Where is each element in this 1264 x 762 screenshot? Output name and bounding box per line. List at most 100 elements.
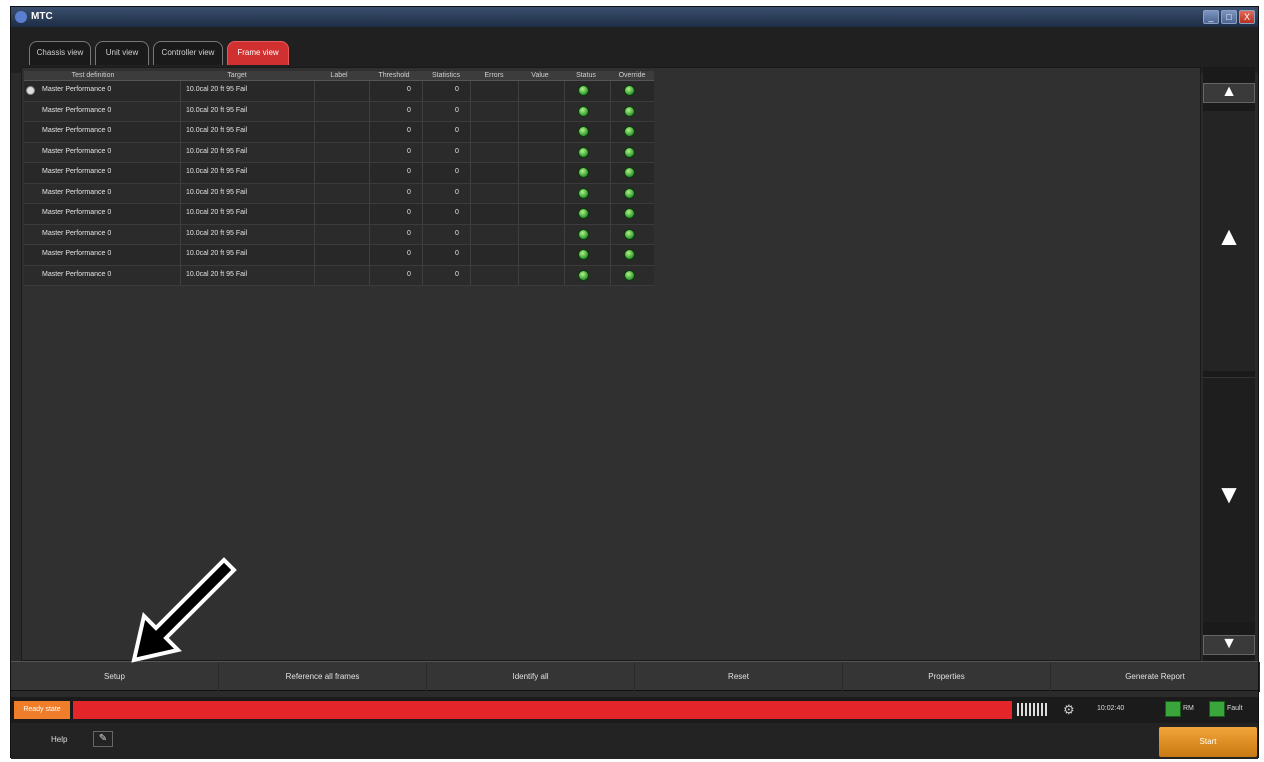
column-divider — [610, 163, 611, 183]
table-row[interactable]: Master Performance 0 10.0cal 20 ft 95 Fai… — [24, 122, 654, 143]
cell-threshold: 0 — [407, 147, 411, 155]
help-button[interactable]: Help — [51, 735, 67, 744]
status-ok-icon — [578, 105, 589, 117]
column-divider — [314, 122, 315, 142]
scroll-top-button[interactable]: ▲ — [1203, 83, 1255, 103]
table-row[interactable]: Master Performance 0 10.0cal 20 ft 95 Fai… — [24, 265, 654, 286]
tab-controller-view[interactable]: Controller view — [153, 41, 223, 65]
cell-target: 10.0cal 20 ft 95 Fail — [186, 188, 248, 196]
setup-button[interactable]: Setup — [11, 662, 219, 692]
override-ok-icon[interactable] — [624, 85, 635, 96]
cell-threshold: 0 — [407, 127, 411, 134]
column-divider — [518, 245, 519, 265]
cell-statistics: 0 — [455, 127, 459, 134]
column-divider — [180, 224, 181, 244]
column-divider — [470, 101, 471, 121]
override-ok-icon[interactable] — [624, 146, 635, 158]
column-divider — [180, 245, 181, 265]
cell-statistics: 0 — [455, 250, 459, 257]
column-divider — [610, 122, 611, 142]
col-errors[interactable]: Errors — [474, 72, 514, 79]
column-divider — [314, 245, 315, 265]
clock-readout: 10:02:40 — [1097, 705, 1125, 712]
minimize-button[interactable]: _ — [1203, 10, 1219, 24]
column-divider — [610, 245, 611, 265]
column-divider — [610, 81, 611, 101]
override-ok-icon[interactable] — [624, 105, 635, 117]
status-ok-icon — [578, 167, 589, 178]
column-divider — [564, 101, 565, 121]
override-ok-icon[interactable] — [624, 208, 635, 219]
properties-button[interactable]: Properties — [843, 662, 1051, 692]
col-override[interactable]: Override — [612, 72, 652, 79]
rm-led-label: RM — [1183, 705, 1194, 712]
maximize-button[interactable]: □ — [1221, 10, 1237, 24]
table-row[interactable]: Master Performance 0 10.0cal 20 ft 95 Fai… — [24, 163, 654, 184]
override-ok-icon[interactable] — [624, 269, 635, 281]
col-test-definition[interactable]: Test definition — [38, 72, 148, 79]
column-divider — [518, 163, 519, 183]
override-ok-icon[interactable] — [624, 167, 635, 178]
table-row[interactable]: Master Performance 0 10.0cal 20 ft 95 Fai… — [24, 224, 654, 245]
generate-report-button[interactable]: Generate Report — [1051, 662, 1260, 692]
tab-chassis-view[interactable]: Chassis view — [29, 41, 91, 65]
identify-all-button[interactable]: Identify all — [427, 662, 635, 692]
column-divider — [180, 142, 181, 162]
col-target[interactable]: Target — [182, 72, 292, 79]
col-threshold[interactable]: Threshold — [369, 72, 419, 79]
title-bar: MTC _ □ X — [11, 7, 1258, 27]
column-divider — [422, 265, 423, 285]
tab-unit-view[interactable]: Unit view — [95, 41, 149, 65]
cell-statistics: 0 — [455, 106, 459, 114]
col-statistics[interactable]: Statistics — [422, 72, 470, 79]
column-divider — [518, 101, 519, 121]
tab-frame-view[interactable]: Frame view — [227, 41, 289, 65]
column-divider — [180, 81, 181, 101]
status-ok-icon — [578, 228, 589, 240]
column-divider — [470, 245, 471, 265]
table-row[interactable]: Master Performance 0 10.0cal 20 ft 95 Fai… — [24, 183, 654, 204]
column-divider — [369, 81, 370, 101]
scroll-bottom-button[interactable]: ▼ — [1203, 635, 1255, 655]
column-divider — [518, 122, 519, 142]
reference-all-frames-button[interactable]: Reference all frames — [219, 662, 427, 692]
table-row[interactable]: Master Performance 0 10.0cal 20 ft 95 Fai… — [24, 81, 654, 102]
column-divider — [518, 204, 519, 224]
reset-button[interactable]: Reset — [635, 662, 843, 692]
settings-icon[interactable]: ⚙ — [1063, 702, 1075, 718]
column-divider — [518, 224, 519, 244]
col-value[interactable]: Value — [520, 72, 560, 79]
start-button[interactable]: Start — [1159, 727, 1257, 757]
table-row[interactable]: Master Performance 0 10.0cal 20 ft 95 Fai… — [24, 204, 654, 225]
column-divider — [470, 265, 471, 285]
column-divider — [369, 163, 370, 183]
override-ok-icon[interactable] — [624, 249, 635, 260]
column-divider — [518, 265, 519, 285]
column-divider — [564, 265, 565, 285]
override-ok-icon[interactable] — [624, 187, 635, 199]
override-ok-icon[interactable] — [624, 126, 635, 137]
override-ok-icon[interactable] — [624, 228, 635, 240]
fault-led-label: Fault — [1227, 705, 1243, 712]
scroll-down-button[interactable]: ▼ — [1203, 481, 1255, 507]
table-row[interactable]: Master Performance 0 10.0cal 20 ft 95 Fai… — [24, 101, 654, 122]
table-row[interactable]: Master Performance 0 10.0cal 20 ft 95 Fai… — [24, 245, 654, 266]
cell-test-definition: Master Performance 0 — [42, 86, 112, 93]
status-ok-icon — [578, 249, 589, 260]
col-status[interactable]: Status — [566, 72, 606, 79]
column-divider — [314, 101, 315, 121]
table-row[interactable]: Master Performance 0 10.0cal 20 ft 95 Fai… — [24, 142, 654, 163]
col-label[interactable]: Label — [314, 72, 364, 79]
cell-target: 10.0cal 20 ft 95 Fail — [186, 106, 248, 114]
pin-icon[interactable]: ✎ — [93, 731, 113, 747]
cell-statistics: 0 — [455, 270, 459, 278]
column-divider — [369, 245, 370, 265]
cell-statistics: 0 — [455, 168, 459, 175]
column-divider — [470, 142, 471, 162]
status-ok-icon — [578, 146, 589, 158]
cell-target: 10.0cal 20 ft 95 Fail — [186, 250, 248, 257]
column-divider — [422, 122, 423, 142]
fault-led-icon — [1209, 701, 1225, 717]
close-button[interactable]: X — [1239, 10, 1255, 24]
scroll-up-button[interactable]: ▲ — [1203, 223, 1255, 249]
